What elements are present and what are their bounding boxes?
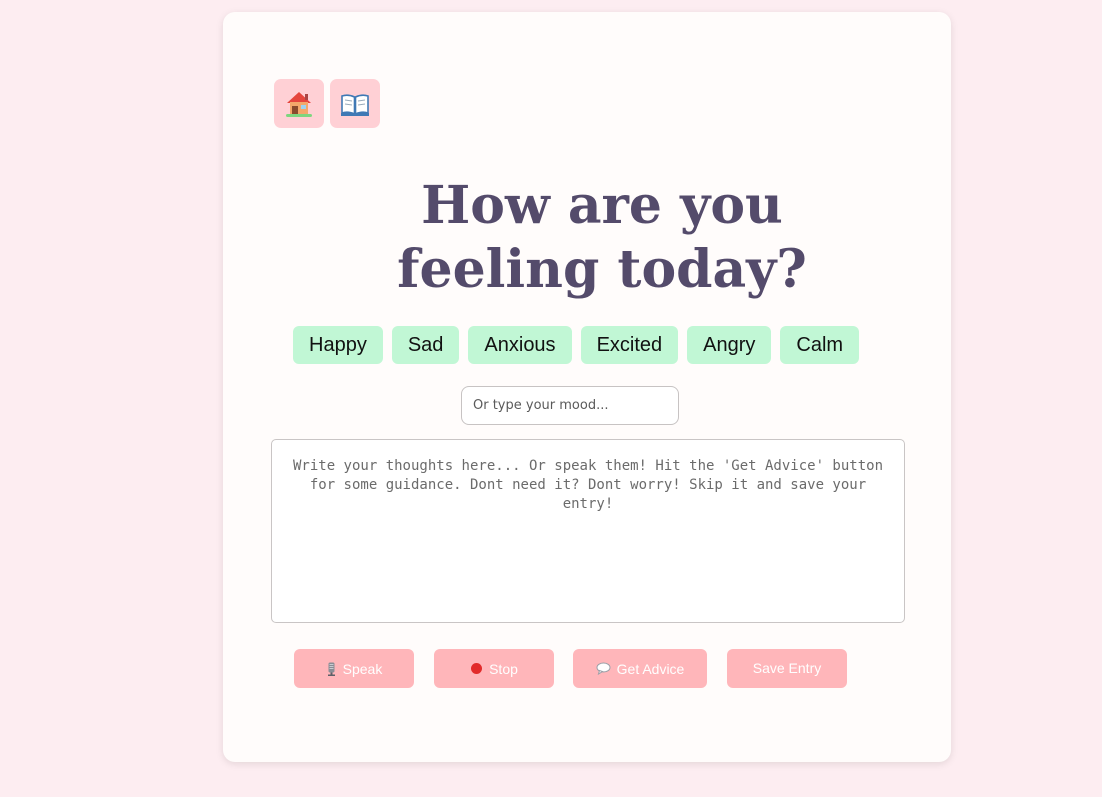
- journal-button[interactable]: [330, 79, 380, 128]
- mood-buttons: Happy Sad Anxious Excited Angry Calm: [293, 326, 860, 364]
- save-entry-button-label: Save Entry: [752, 660, 822, 676]
- page-title: How are you feeling today?: [373, 174, 831, 302]
- open-book-icon: [340, 89, 370, 119]
- house-icon: [284, 89, 314, 119]
- speech-bubble-icon: [596, 662, 611, 675]
- title-line-2: feeling today?: [397, 239, 807, 300]
- journal-card: How are you feeling today? Happy Sad Anx…: [223, 12, 951, 762]
- mood-button-sad[interactable]: Sad: [391, 326, 460, 364]
- thoughts-textarea[interactable]: [271, 439, 905, 623]
- custom-mood-input[interactable]: [461, 386, 679, 425]
- speak-button-label: Speak: [342, 660, 383, 677]
- microphone-icon: [326, 662, 337, 676]
- mood-button-angry[interactable]: Angry: [687, 326, 772, 364]
- mood-button-happy[interactable]: Happy: [293, 326, 383, 364]
- mood-button-calm[interactable]: Calm: [780, 326, 860, 364]
- home-button[interactable]: [274, 79, 324, 128]
- stop-button[interactable]: Stop: [434, 649, 554, 688]
- mood-button-excited[interactable]: Excited: [580, 326, 679, 364]
- title-line-1: How are you: [421, 175, 783, 236]
- get-advice-button-label: Get Advice: [616, 660, 685, 677]
- get-advice-button[interactable]: Get Advice: [573, 649, 707, 688]
- mood-button-anxious[interactable]: Anxious: [468, 326, 572, 364]
- speak-button[interactable]: Speak: [294, 649, 414, 688]
- red-circle-icon: [470, 662, 483, 675]
- stop-button-label: Stop: [489, 660, 518, 677]
- save-entry-button[interactable]: Save Entry: [727, 649, 847, 688]
